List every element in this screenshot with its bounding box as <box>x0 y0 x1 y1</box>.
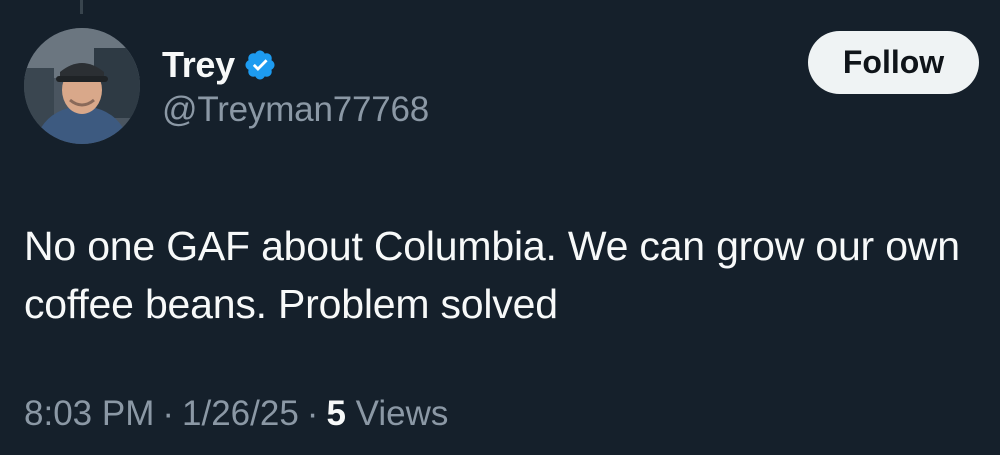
separator-dot: · <box>306 394 319 433</box>
views-spacer <box>346 394 356 434</box>
views-label[interactable]: Views <box>356 394 449 434</box>
verified-badge-icon <box>243 48 277 82</box>
avatar[interactable] <box>24 28 140 144</box>
views-count[interactable]: 5 <box>326 394 345 434</box>
separator-dot: · <box>162 394 175 433</box>
thread-connector-line <box>80 0 83 14</box>
avatar-image <box>24 28 140 144</box>
author-name[interactable]: Trey <box>162 44 235 86</box>
follow-button[interactable]: Follow <box>808 31 979 94</box>
author-handle[interactable]: @Treyman77768 <box>162 90 429 130</box>
tweet-date[interactable]: 1/26/25 <box>182 394 299 434</box>
author-name-row[interactable]: Trey <box>162 42 277 88</box>
tweet-metadata: 8:03 PM · 1/26/25 · 5 Views <box>24 394 448 434</box>
tweet-text: No one GAF about Columbia. We can grow o… <box>24 223 960 327</box>
tweet-time[interactable]: 8:03 PM <box>24 394 154 434</box>
